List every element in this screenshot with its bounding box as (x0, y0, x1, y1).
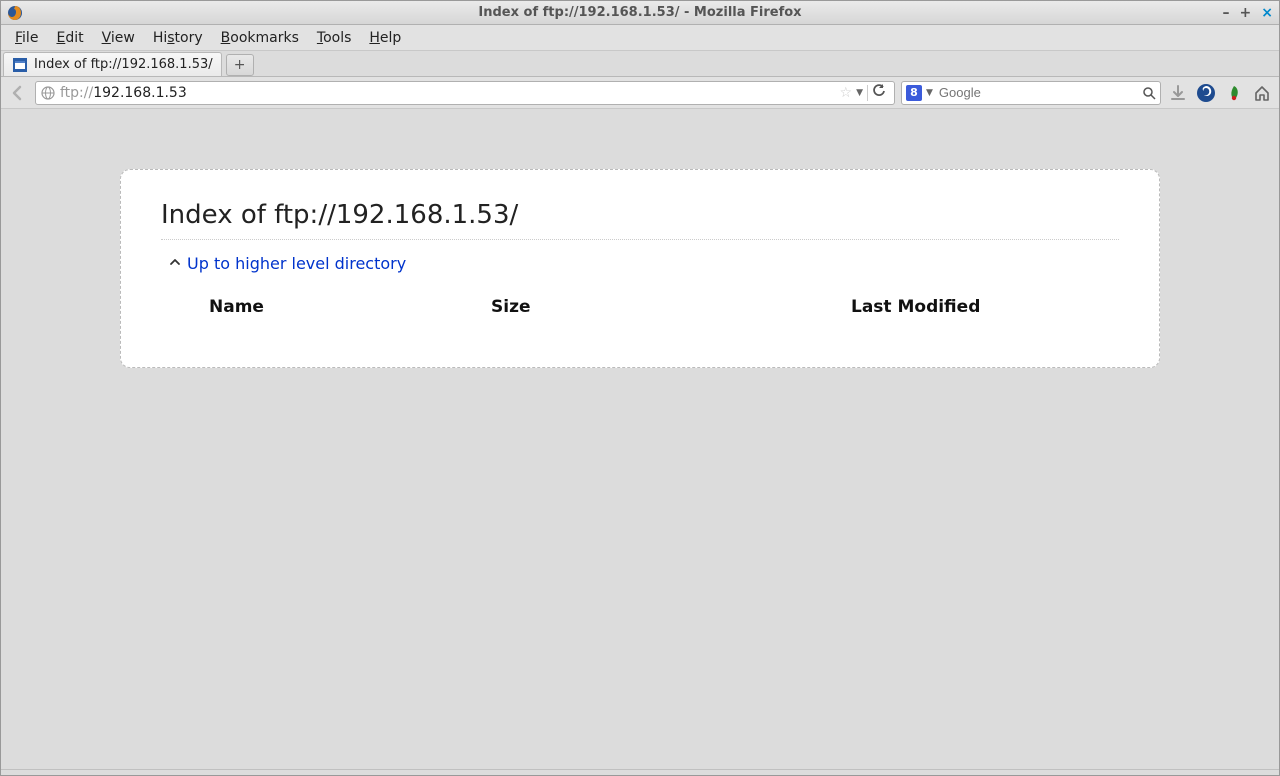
menu-tools[interactable]: Tools (309, 27, 360, 49)
page-heading: Index of ftp://192.168.1.53/ (161, 200, 1119, 233)
back-button[interactable] (7, 82, 29, 104)
column-header-modified[interactable]: Last Modified (661, 297, 1119, 317)
column-header-name[interactable]: Name (161, 297, 461, 317)
bookmark-star-icon[interactable]: ☆ (840, 85, 853, 101)
window-titlebar: Index of ftp://192.168.1.53/ - Mozilla F… (1, 1, 1279, 25)
separator (867, 85, 868, 101)
menubar: File Edit View History Bookmarks Tools H… (1, 25, 1279, 51)
menu-bookmarks[interactable]: Bookmarks (213, 27, 307, 49)
search-engine-dropdown-icon[interactable]: ▼ (926, 88, 933, 98)
downloads-button[interactable] (1167, 82, 1189, 104)
home-button[interactable] (1251, 82, 1273, 104)
tab-strip: Index of ftp://192.168.1.53/ + (1, 51, 1279, 77)
menu-edit[interactable]: Edit (48, 27, 91, 49)
window-minimize-button[interactable]: – (1223, 6, 1230, 20)
search-engine-icon[interactable]: 8 (906, 85, 922, 101)
menu-file[interactable]: File (7, 27, 46, 49)
window-maximize-button[interactable]: + (1240, 6, 1252, 20)
firefox-icon (7, 5, 23, 21)
extension-leaf-icon[interactable] (1223, 82, 1245, 104)
search-box[interactable]: 8 ▼ (901, 81, 1161, 105)
menu-view[interactable]: View (94, 27, 143, 49)
tab-active[interactable]: Index of ftp://192.168.1.53/ (3, 52, 222, 76)
tab-favicon-icon (12, 57, 28, 73)
window-close-button[interactable]: × (1261, 6, 1273, 20)
up-directory-link[interactable]: Up to higher level directory (187, 254, 406, 273)
content-viewport: Index of ftp://192.168.1.53/ Up to highe… (1, 109, 1279, 769)
menu-history[interactable]: History (145, 27, 211, 49)
nav-toolbar: ftp://192.168.1.53 ☆ ▼ 8 ▼ (1, 77, 1279, 109)
window-bottom-border (1, 769, 1279, 775)
tab-label: Index of ftp://192.168.1.53/ (34, 57, 213, 72)
url-right-controls: ☆ ▼ (840, 84, 890, 102)
chevron-up-icon (169, 256, 181, 272)
menu-help[interactable]: Help (361, 27, 409, 49)
column-header-size[interactable]: Size (461, 297, 661, 317)
directory-listing-panel: Index of ftp://192.168.1.53/ Up to highe… (120, 169, 1160, 368)
url-bar[interactable]: ftp://192.168.1.53 ☆ ▼ (35, 81, 895, 105)
reload-button[interactable] (872, 84, 886, 102)
up-directory-row: Up to higher level directory (169, 254, 1119, 273)
window-controls: – + × (1223, 1, 1273, 25)
heading-separator (161, 239, 1119, 240)
directory-table: Name Size Last Modified (161, 297, 1119, 317)
site-identity-icon[interactable] (40, 85, 56, 101)
url-text[interactable]: ftp://192.168.1.53 (60, 85, 836, 101)
search-input[interactable] (937, 84, 1138, 101)
url-protocol: ftp:// (60, 85, 93, 101)
search-go-icon[interactable] (1142, 86, 1156, 100)
url-host: 192.168.1.53 (93, 85, 187, 101)
extension-swirl-icon[interactable] (1195, 82, 1217, 104)
window-title: Index of ftp://192.168.1.53/ - Mozilla F… (1, 5, 1279, 20)
new-tab-button[interactable]: + (226, 54, 254, 76)
url-history-dropdown-icon[interactable]: ▼ (856, 88, 863, 98)
table-header-row: Name Size Last Modified (161, 297, 1119, 317)
